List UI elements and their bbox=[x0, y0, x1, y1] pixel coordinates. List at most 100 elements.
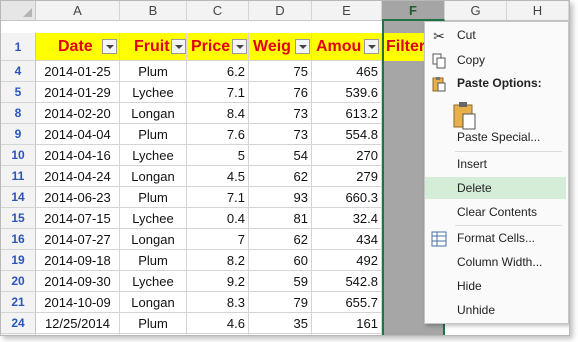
menu-item-format-cells[interactable]: Format Cells... bbox=[425, 227, 566, 249]
cell-fruit[interactable]: Lychee bbox=[120, 208, 187, 229]
cell-weight[interactable] bbox=[249, 334, 312, 335]
cell-amount[interactable]: 539.6 bbox=[312, 82, 382, 103]
cell-date[interactable] bbox=[36, 334, 120, 335]
row-header[interactable]: 19 bbox=[1, 250, 36, 271]
cell-fruit[interactable]: Plum bbox=[120, 313, 187, 334]
row-header[interactable]: 5 bbox=[1, 82, 36, 103]
filter-dropdown-date[interactable] bbox=[102, 39, 117, 54]
row-header[interactable]: 11 bbox=[1, 166, 36, 187]
cell-price[interactable] bbox=[187, 334, 249, 335]
cell-amount[interactable]: 660.3 bbox=[312, 187, 382, 208]
row-header[interactable]: 16 bbox=[1, 229, 36, 250]
column-header-d[interactable]: D bbox=[249, 1, 312, 21]
cell-amount[interactable]: 161 bbox=[312, 313, 382, 334]
column-header-c[interactable]: C bbox=[187, 1, 249, 21]
cell-weight[interactable]: 35 bbox=[249, 313, 312, 334]
cell-fruit[interactable]: Longan bbox=[120, 292, 187, 313]
cell-fruit[interactable]: Plum bbox=[120, 124, 187, 145]
cell-price[interactable]: 4.5 bbox=[187, 166, 249, 187]
filter-dropdown-price[interactable] bbox=[232, 39, 247, 54]
cell-amount[interactable]: 542.8 bbox=[312, 271, 382, 292]
cell-price[interactable]: 7.1 bbox=[187, 82, 249, 103]
cell-date[interactable]: 2014-07-27 bbox=[36, 229, 120, 250]
cell-date[interactable]: 2014-07-15 bbox=[36, 208, 120, 229]
cell-date[interactable]: 12/25/2014 bbox=[36, 313, 120, 334]
row-header[interactable]: 9 bbox=[1, 124, 36, 145]
cell-weight[interactable]: 73 bbox=[249, 103, 312, 124]
cell-weight[interactable]: 73 bbox=[249, 124, 312, 145]
menu-item-clear-contents[interactable]: Clear Contents bbox=[425, 201, 566, 223]
cell-fruit[interactable]: Plum bbox=[120, 187, 187, 208]
cell-price[interactable]: 0.4 bbox=[187, 208, 249, 229]
menu-item-copy[interactable]: Copy bbox=[425, 49, 566, 71]
cell-price[interactable]: 7.6 bbox=[187, 124, 249, 145]
select-all-corner[interactable] bbox=[1, 1, 36, 21]
cell-weight[interactable]: 79 bbox=[249, 292, 312, 313]
cell-weight[interactable]: 93 bbox=[249, 187, 312, 208]
header-cell-filter[interactable]: Filter bbox=[384, 33, 426, 61]
menu-item-unhide[interactable]: Unhide bbox=[425, 299, 566, 321]
cell-price[interactable]: 7 bbox=[187, 229, 249, 250]
menu-item-hide[interactable]: Hide bbox=[425, 275, 566, 297]
row-header[interactable]: 15 bbox=[1, 208, 36, 229]
cell-fruit[interactable]: Lychee bbox=[120, 145, 187, 166]
cell-fruit[interactable]: Longan bbox=[120, 229, 187, 250]
cell-fruit[interactable]: Lychee bbox=[120, 271, 187, 292]
cell-weight[interactable]: 62 bbox=[249, 166, 312, 187]
column-header-a[interactable]: A bbox=[36, 1, 120, 21]
column-header-g[interactable]: G bbox=[445, 1, 507, 21]
cell-amount[interactable]: 613.2 bbox=[312, 103, 382, 124]
cell-amount[interactable]: 492 bbox=[312, 250, 382, 271]
cell-date[interactable]: 2014-02-20 bbox=[36, 103, 120, 124]
column-header-e[interactable]: E bbox=[312, 1, 382, 21]
cell-price[interactable]: 9.2 bbox=[187, 271, 249, 292]
cell-date[interactable]: 2014-06-23 bbox=[36, 187, 120, 208]
cell-date[interactable]: 2014-04-04 bbox=[36, 124, 120, 145]
cell-date[interactable]: 2014-04-16 bbox=[36, 145, 120, 166]
row-header[interactable]: 4 bbox=[1, 61, 36, 82]
cell-date[interactable]: 2014-01-29 bbox=[36, 82, 120, 103]
row-header[interactable]: 20 bbox=[1, 271, 36, 292]
row-header[interactable]: 24 bbox=[1, 313, 36, 334]
row-header[interactable]: 21 bbox=[1, 292, 36, 313]
cell-price[interactable]: 7.1 bbox=[187, 187, 249, 208]
row-header[interactable]: 14 bbox=[1, 187, 36, 208]
menu-item-cut[interactable]: ✂ Cut bbox=[425, 24, 566, 46]
cell-weight[interactable]: 76 bbox=[249, 82, 312, 103]
row-header[interactable]: 1 bbox=[1, 33, 36, 61]
cell-price[interactable]: 6.2 bbox=[187, 61, 249, 82]
cell-amount[interactable]: 655.7 bbox=[312, 292, 382, 313]
cell-weight[interactable]: 62 bbox=[249, 229, 312, 250]
cell-amount[interactable]: 434 bbox=[312, 229, 382, 250]
menu-item-paste-special[interactable]: Paste Special... bbox=[425, 126, 566, 148]
cell-amount[interactable]: 270 bbox=[312, 145, 382, 166]
filter-dropdown-weight[interactable] bbox=[295, 39, 310, 54]
cell-price[interactable]: 8.3 bbox=[187, 292, 249, 313]
cell-fruit[interactable] bbox=[120, 334, 187, 335]
cell-date[interactable]: 2014-09-18 bbox=[36, 250, 120, 271]
cell-fruit[interactable]: Longan bbox=[120, 103, 187, 124]
column-header-h[interactable]: H bbox=[507, 1, 569, 21]
column-header-b[interactable]: B bbox=[120, 1, 187, 21]
cell-price[interactable]: 8.4 bbox=[187, 103, 249, 124]
cell-date[interactable]: 2014-10-09 bbox=[36, 292, 120, 313]
cell-amount[interactable] bbox=[312, 334, 382, 335]
filter-dropdown-amount[interactable] bbox=[364, 39, 379, 54]
menu-item-delete[interactable]: Delete bbox=[425, 177, 566, 199]
cell-fruit[interactable]: Longan bbox=[120, 166, 187, 187]
menu-item-insert[interactable]: Insert bbox=[425, 153, 566, 175]
row-header[interactable]: 10 bbox=[1, 145, 36, 166]
cell-price[interactable]: 4.6 bbox=[187, 313, 249, 334]
cell-amount[interactable]: 279 bbox=[312, 166, 382, 187]
cell-price[interactable]: 8.2 bbox=[187, 250, 249, 271]
cell-weight[interactable]: 60 bbox=[249, 250, 312, 271]
cell-fruit[interactable]: Lychee bbox=[120, 82, 187, 103]
cell-weight[interactable]: 75 bbox=[249, 61, 312, 82]
row-header[interactable]: 8 bbox=[1, 103, 36, 124]
cell-amount[interactable]: 465 bbox=[312, 61, 382, 82]
menu-item-column-width[interactable]: Column Width... bbox=[425, 251, 566, 273]
cell-fruit[interactable]: Plum bbox=[120, 61, 187, 82]
cell-fruit[interactable]: Plum bbox=[120, 250, 187, 271]
cell-amount[interactable]: 32.4 bbox=[312, 208, 382, 229]
cell-amount[interactable]: 554.8 bbox=[312, 124, 382, 145]
